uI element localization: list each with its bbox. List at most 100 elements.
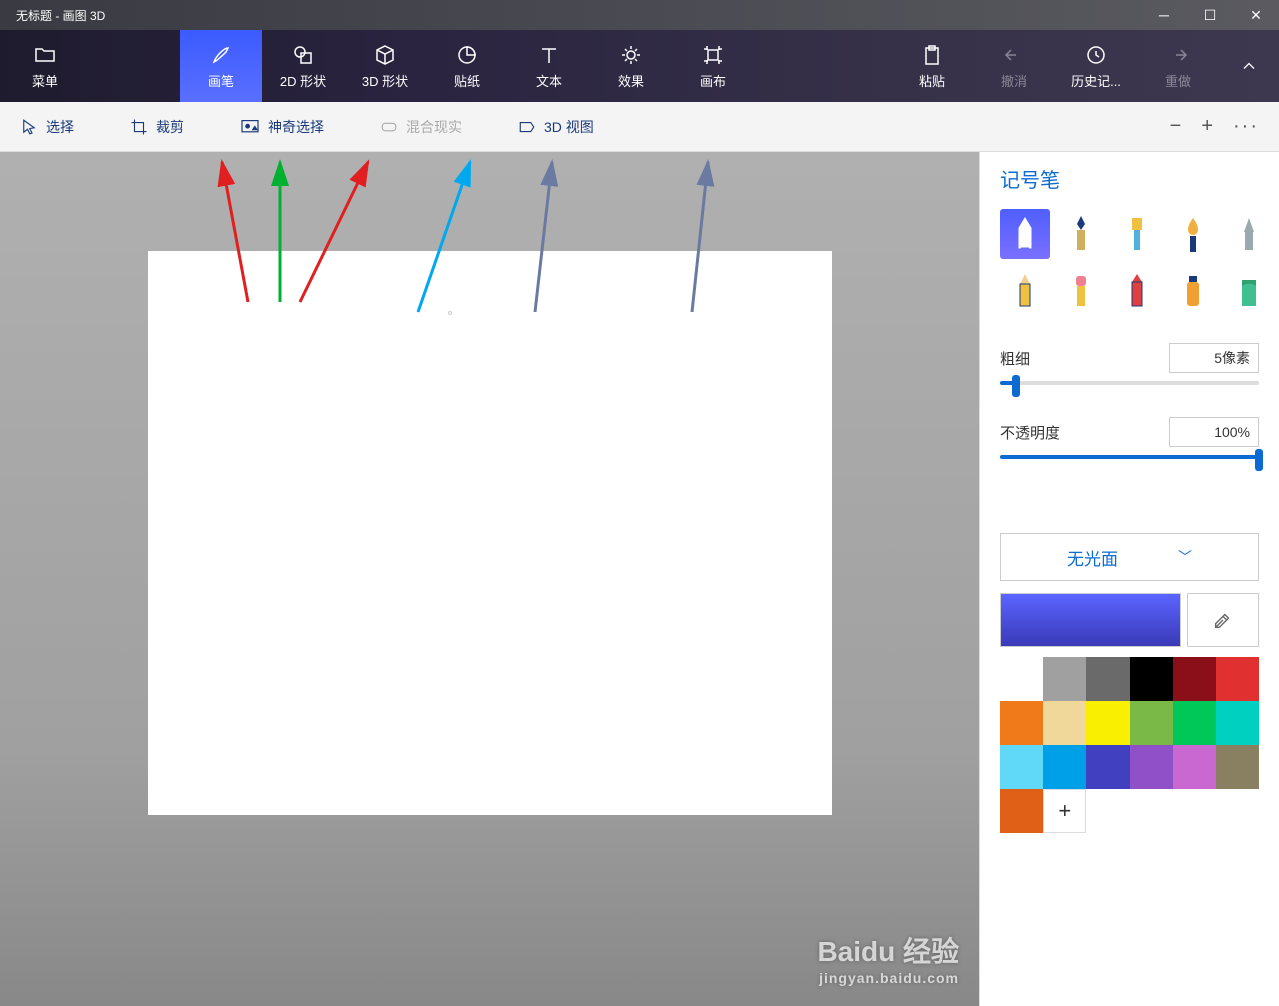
menu-button[interactable]: 菜单 [0,30,90,102]
opacity-input[interactable] [1169,417,1259,447]
watermark-url: jingyan.baidu.com [817,970,959,986]
stickers-label: 贴纸 [454,71,480,90]
mixed-reality-tool: 混合现实 [368,111,474,143]
more-button[interactable]: ··· [1233,115,1259,138]
thickness-input[interactable] [1169,343,1259,373]
color-swatch[interactable] [1216,701,1259,745]
text-tab[interactable]: 文本 [508,30,590,102]
color-swatch[interactable] [1173,701,1216,745]
brush-pixel[interactable] [1224,209,1274,259]
opacity-slider[interactable] [1000,455,1259,459]
color-swatch[interactable] [1086,745,1129,789]
zoom-out-button[interactable]: − [1170,115,1182,138]
crop-label: 裁剪 [156,117,184,137]
brush-crayon[interactable] [1112,265,1162,315]
shapes-3d-label: 3D 形状 [362,71,408,90]
maximize-button[interactable]: ☐ [1187,0,1233,30]
watermark: Baidu 经验 jingyan.baidu.com [817,930,959,986]
material-label: 无光面 [1067,545,1118,570]
canvas-surface[interactable] [148,251,832,815]
brush-spray[interactable] [1168,265,1218,315]
cube-icon [373,43,397,67]
brush-oil[interactable] [1112,209,1162,259]
brush-eraser[interactable] [1056,265,1106,315]
color-swatch[interactable] [1000,789,1043,833]
color-swatch[interactable] [1173,657,1216,701]
shapes-2d-icon [291,43,315,67]
thickness-row: 粗细 [980,335,1279,377]
add-color-button[interactable]: + [1043,789,1086,833]
magic-select-tool[interactable]: 神奇选择 [228,111,336,143]
shapes-3d-tab[interactable]: 3D 形状 [344,30,426,102]
undo-button[interactable]: 撤消 [973,30,1055,102]
history-icon [1084,43,1108,67]
sticker-icon [455,43,479,67]
brush-label: 画笔 [208,71,234,90]
thickness-slider[interactable] [1000,381,1259,385]
shapes-2d-label: 2D 形状 [280,71,326,90]
brush-icon [209,43,233,67]
effects-tab[interactable]: 效果 [590,30,672,102]
color-palette [980,657,1279,789]
effects-label: 效果 [618,71,644,90]
canvas-label: 画布 [700,71,726,90]
paste-label: 粘贴 [919,71,945,90]
brush-fill[interactable] [1224,265,1274,315]
text-icon [537,43,561,67]
brush-panel: 记号笔 粗细 不透明度 [979,152,1279,1006]
color-swatch[interactable] [1130,745,1173,789]
color-swatch[interactable] [1173,745,1216,789]
color-swatch[interactable] [1043,657,1086,701]
folder-icon [33,43,57,67]
color-swatch[interactable] [1130,701,1173,745]
zoom-in-button[interactable]: + [1201,115,1213,138]
color-swatch[interactable] [1130,657,1173,701]
crop-tool[interactable]: 裁剪 [118,111,196,143]
view-3d-tool[interactable]: 3D 视图 [506,111,606,143]
color-swatch[interactable] [1086,701,1129,745]
brush-grid [980,209,1279,335]
main-area: Baidu 经验 jingyan.baidu.com 记号笔 粗细 [0,152,1279,1006]
thickness-label: 粗细 [1000,348,1030,369]
color-swatch[interactable] [1043,701,1086,745]
sub-toolbar: 选择 裁剪 神奇选择 混合现实 3D 视图 − + ··· [0,102,1279,152]
opacity-row: 不透明度 [980,409,1279,451]
select-label: 选择 [46,117,74,137]
undo-icon [1002,43,1026,67]
color-swatch[interactable] [1000,657,1043,701]
undo-label: 撤消 [1001,71,1027,90]
stickers-tab[interactable]: 贴纸 [426,30,508,102]
color-palette-row2: + [980,789,1279,833]
shapes-2d-tab[interactable]: 2D 形状 [262,30,344,102]
cursor-indicator [448,311,452,315]
paste-button[interactable]: 粘贴 [891,30,973,102]
material-dropdown[interactable]: 无光面 ﹀ [1000,533,1259,581]
minimize-button[interactable]: ─ [1141,0,1187,30]
brush-calligraphy[interactable] [1056,209,1106,259]
color-swatch[interactable] [1216,745,1259,789]
watermark-brand: Baidu 经验 [817,936,959,967]
eyedropper-button[interactable] [1187,593,1259,647]
brush-watercolor[interactable] [1168,209,1218,259]
color-swatch[interactable] [1216,657,1259,701]
color-swatch[interactable] [1000,701,1043,745]
paste-icon [920,43,944,67]
effects-icon [619,43,643,67]
expand-ribbon-button[interactable] [1219,30,1279,102]
redo-button[interactable]: 重做 [1137,30,1219,102]
color-swatch[interactable] [1086,657,1129,701]
brush-pencil[interactable] [1000,265,1050,315]
close-button[interactable]: ✕ [1233,0,1279,30]
color-swatch[interactable] [1000,745,1043,789]
select-tool[interactable]: 选择 [8,111,86,143]
title-bar: 无标题 - 画图 3D ─ ☐ ✕ [0,0,1279,30]
panel-title: 记号笔 [980,152,1279,209]
view3d-label: 3D 视图 [544,117,594,137]
color-swatch[interactable] [1043,745,1086,789]
canvas-viewport[interactable]: Baidu 经验 jingyan.baidu.com [0,152,979,1006]
history-button[interactable]: 历史记... [1055,30,1137,102]
brush-tab[interactable]: 画笔 [180,30,262,102]
canvas-tab[interactable]: 画布 [672,30,754,102]
brush-marker[interactable] [1000,209,1050,259]
current-color[interactable] [1000,593,1181,647]
